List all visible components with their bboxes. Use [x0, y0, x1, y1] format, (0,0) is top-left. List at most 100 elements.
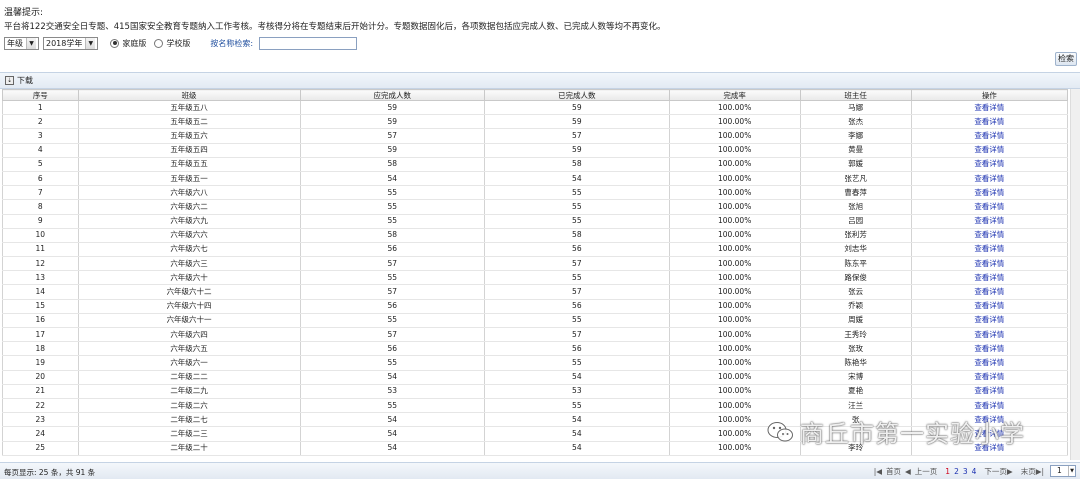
- view-details-link[interactable]: 查看详情: [910, 270, 1069, 286]
- table-row: 5 五年级五五 58 58 100.00% 郭媛 查看详情: [2, 157, 1069, 172]
- table-cell: 刘志华: [799, 242, 912, 258]
- table-cell: 张云: [799, 284, 912, 300]
- view-details-link[interactable]: 查看详情: [910, 384, 1069, 399]
- table-cell: 100.00%: [668, 313, 801, 329]
- download-icon[interactable]: ⇣: [5, 76, 14, 85]
- view-details-link[interactable]: 查看详情: [910, 100, 1069, 116]
- first-page-button[interactable]: |◀ 首页: [874, 466, 901, 477]
- view-details-link[interactable]: 查看详情: [910, 199, 1069, 215]
- radio-home-version[interactable]: 家庭版: [110, 38, 146, 49]
- view-details-link[interactable]: 查看详情: [910, 128, 1069, 144]
- grade-select[interactable]: 年级 ▼: [4, 36, 39, 50]
- grade-select-value: 年级: [7, 38, 23, 48]
- radio-school-label: 学校版: [166, 38, 191, 48]
- page-number-4[interactable]: 4: [972, 467, 977, 476]
- table-cell: 二年级二三: [77, 426, 301, 442]
- table-cell: 57: [484, 284, 670, 300]
- table-cell: 55: [299, 185, 486, 201]
- year-select[interactable]: 2018学年 ▼: [43, 36, 99, 50]
- table-cell: 54: [299, 370, 486, 385]
- chevron-down-icon: ▼: [85, 37, 96, 49]
- next-page-button[interactable]: 下一页▶: [980, 466, 1012, 477]
- prev-page-button[interactable]: ◀ 上一页: [905, 466, 937, 477]
- last-page-label: 末页: [1020, 466, 1036, 476]
- view-details-link[interactable]: 查看详情: [910, 171, 1069, 187]
- table-body: 1 五年级五八 59 59 100.00% 马娜 查看详情 2 五年级五二 59 59 100.00%…: [2, 100, 1069, 456]
- table-cell: 19: [2, 355, 79, 371]
- radio-school-version[interactable]: 学校版: [154, 38, 190, 49]
- view-details-link[interactable]: 查看详情: [910, 355, 1069, 371]
- next-page-label: 下一页: [984, 466, 1007, 476]
- table-cell: 二年级二十: [77, 441, 301, 456]
- view-details-link[interactable]: 查看详情: [910, 185, 1069, 201]
- view-details-link[interactable]: 查看详情: [910, 341, 1069, 357]
- table-cell: 17: [2, 327, 79, 343]
- table-cell: 56: [484, 299, 670, 314]
- view-details-link[interactable]: 查看详情: [910, 299, 1069, 314]
- notice-title: 温馨提示:: [4, 8, 44, 18]
- page-number-1[interactable]: 1: [945, 467, 950, 476]
- table-cell: 59: [484, 143, 670, 158]
- page-select[interactable]: 1 ▼: [1050, 465, 1076, 477]
- view-details-link[interactable]: 查看详情: [910, 214, 1069, 229]
- table-row: 10 六年级六六 58 58 100.00% 张利芳 查看详情: [2, 228, 1069, 243]
- view-details-link[interactable]: 查看详情: [910, 157, 1069, 172]
- table-cell: 55: [299, 214, 486, 229]
- table-cell: 汪兰: [799, 398, 912, 414]
- table-cell: 100.00%: [668, 199, 801, 215]
- view-details-link[interactable]: 查看详情: [910, 327, 1069, 343]
- view-details-link[interactable]: 查看详情: [910, 370, 1069, 385]
- view-details-link[interactable]: 查看详情: [910, 114, 1069, 130]
- table-cell: 5: [2, 157, 79, 172]
- table-cell: 张艺凡: [799, 171, 912, 187]
- view-details-link[interactable]: 查看详情: [910, 242, 1069, 258]
- table-cell: 24: [2, 426, 79, 442]
- column-header: 操作: [910, 89, 1069, 101]
- table-cell: 57: [484, 256, 670, 272]
- table-cell: 55: [484, 270, 670, 286]
- table-cell: 六年级六十四: [77, 299, 301, 314]
- download-button[interactable]: 下载: [17, 75, 33, 86]
- search-input[interactable]: [259, 36, 358, 50]
- table-cell: 二年级二七: [77, 412, 301, 428]
- table-cell: 六年级六八: [77, 185, 301, 201]
- column-header: 已完成人数: [484, 89, 670, 101]
- table-cell: 郭媛: [799, 157, 912, 172]
- table-cell: 23: [2, 412, 79, 428]
- view-details-link[interactable]: 查看详情: [910, 398, 1069, 414]
- page-number-3[interactable]: 3: [963, 467, 968, 476]
- table-cell: 五年级五八: [77, 100, 301, 116]
- table-cell: 56: [484, 341, 670, 357]
- last-page-button[interactable]: 末页▶|: [1017, 466, 1044, 477]
- table-cell: 57: [299, 327, 486, 343]
- table-cell: 58: [299, 157, 486, 172]
- table-row: 13 六年级六十 55 55 100.00% 路保俊 查看详情: [2, 270, 1069, 286]
- view-details-link[interactable]: 查看详情: [910, 143, 1069, 158]
- table-cell: 59: [299, 114, 486, 130]
- view-details-link[interactable]: 查看详情: [910, 228, 1069, 243]
- table-cell: 周媛: [799, 313, 912, 329]
- table-cell: 100.00%: [668, 228, 801, 243]
- table-cell: 六年级六二: [77, 199, 301, 215]
- chevron-down-icon: ▼: [1068, 466, 1075, 476]
- table-cell: 56: [299, 242, 486, 258]
- table-cell: 100.00%: [668, 270, 801, 286]
- table-cell: 100.00%: [668, 143, 801, 158]
- view-details-link[interactable]: 查看详情: [910, 313, 1069, 329]
- vertical-scrollbar[interactable]: [1070, 89, 1080, 460]
- table-cell: 10: [2, 228, 79, 243]
- table-cell: 六年级六四: [77, 327, 301, 343]
- search-button[interactable]: 检索: [1055, 52, 1077, 66]
- table-cell: 54: [484, 171, 670, 187]
- page-numbers: 1234: [941, 467, 976, 476]
- view-details-link[interactable]: 查看详情: [910, 284, 1069, 300]
- table-row: 18 六年级六五 56 56 100.00% 张玫 查看详情: [2, 341, 1069, 357]
- table-row: 14 六年级六十二 57 57 100.00% 张云 查看详情: [2, 284, 1069, 300]
- view-details-link[interactable]: 查看详情: [910, 256, 1069, 272]
- table-row: 4 五年级五四 59 59 100.00% 黄曼 查看详情: [2, 143, 1069, 158]
- table-row: 19 六年级六一 55 55 100.00% 陈艳华 查看详情: [2, 355, 1069, 371]
- table-cell: 59: [299, 100, 486, 116]
- table-cell: 六年级六五: [77, 341, 301, 357]
- table-cell: 张利芳: [799, 228, 912, 243]
- page-number-2[interactable]: 2: [954, 467, 959, 476]
